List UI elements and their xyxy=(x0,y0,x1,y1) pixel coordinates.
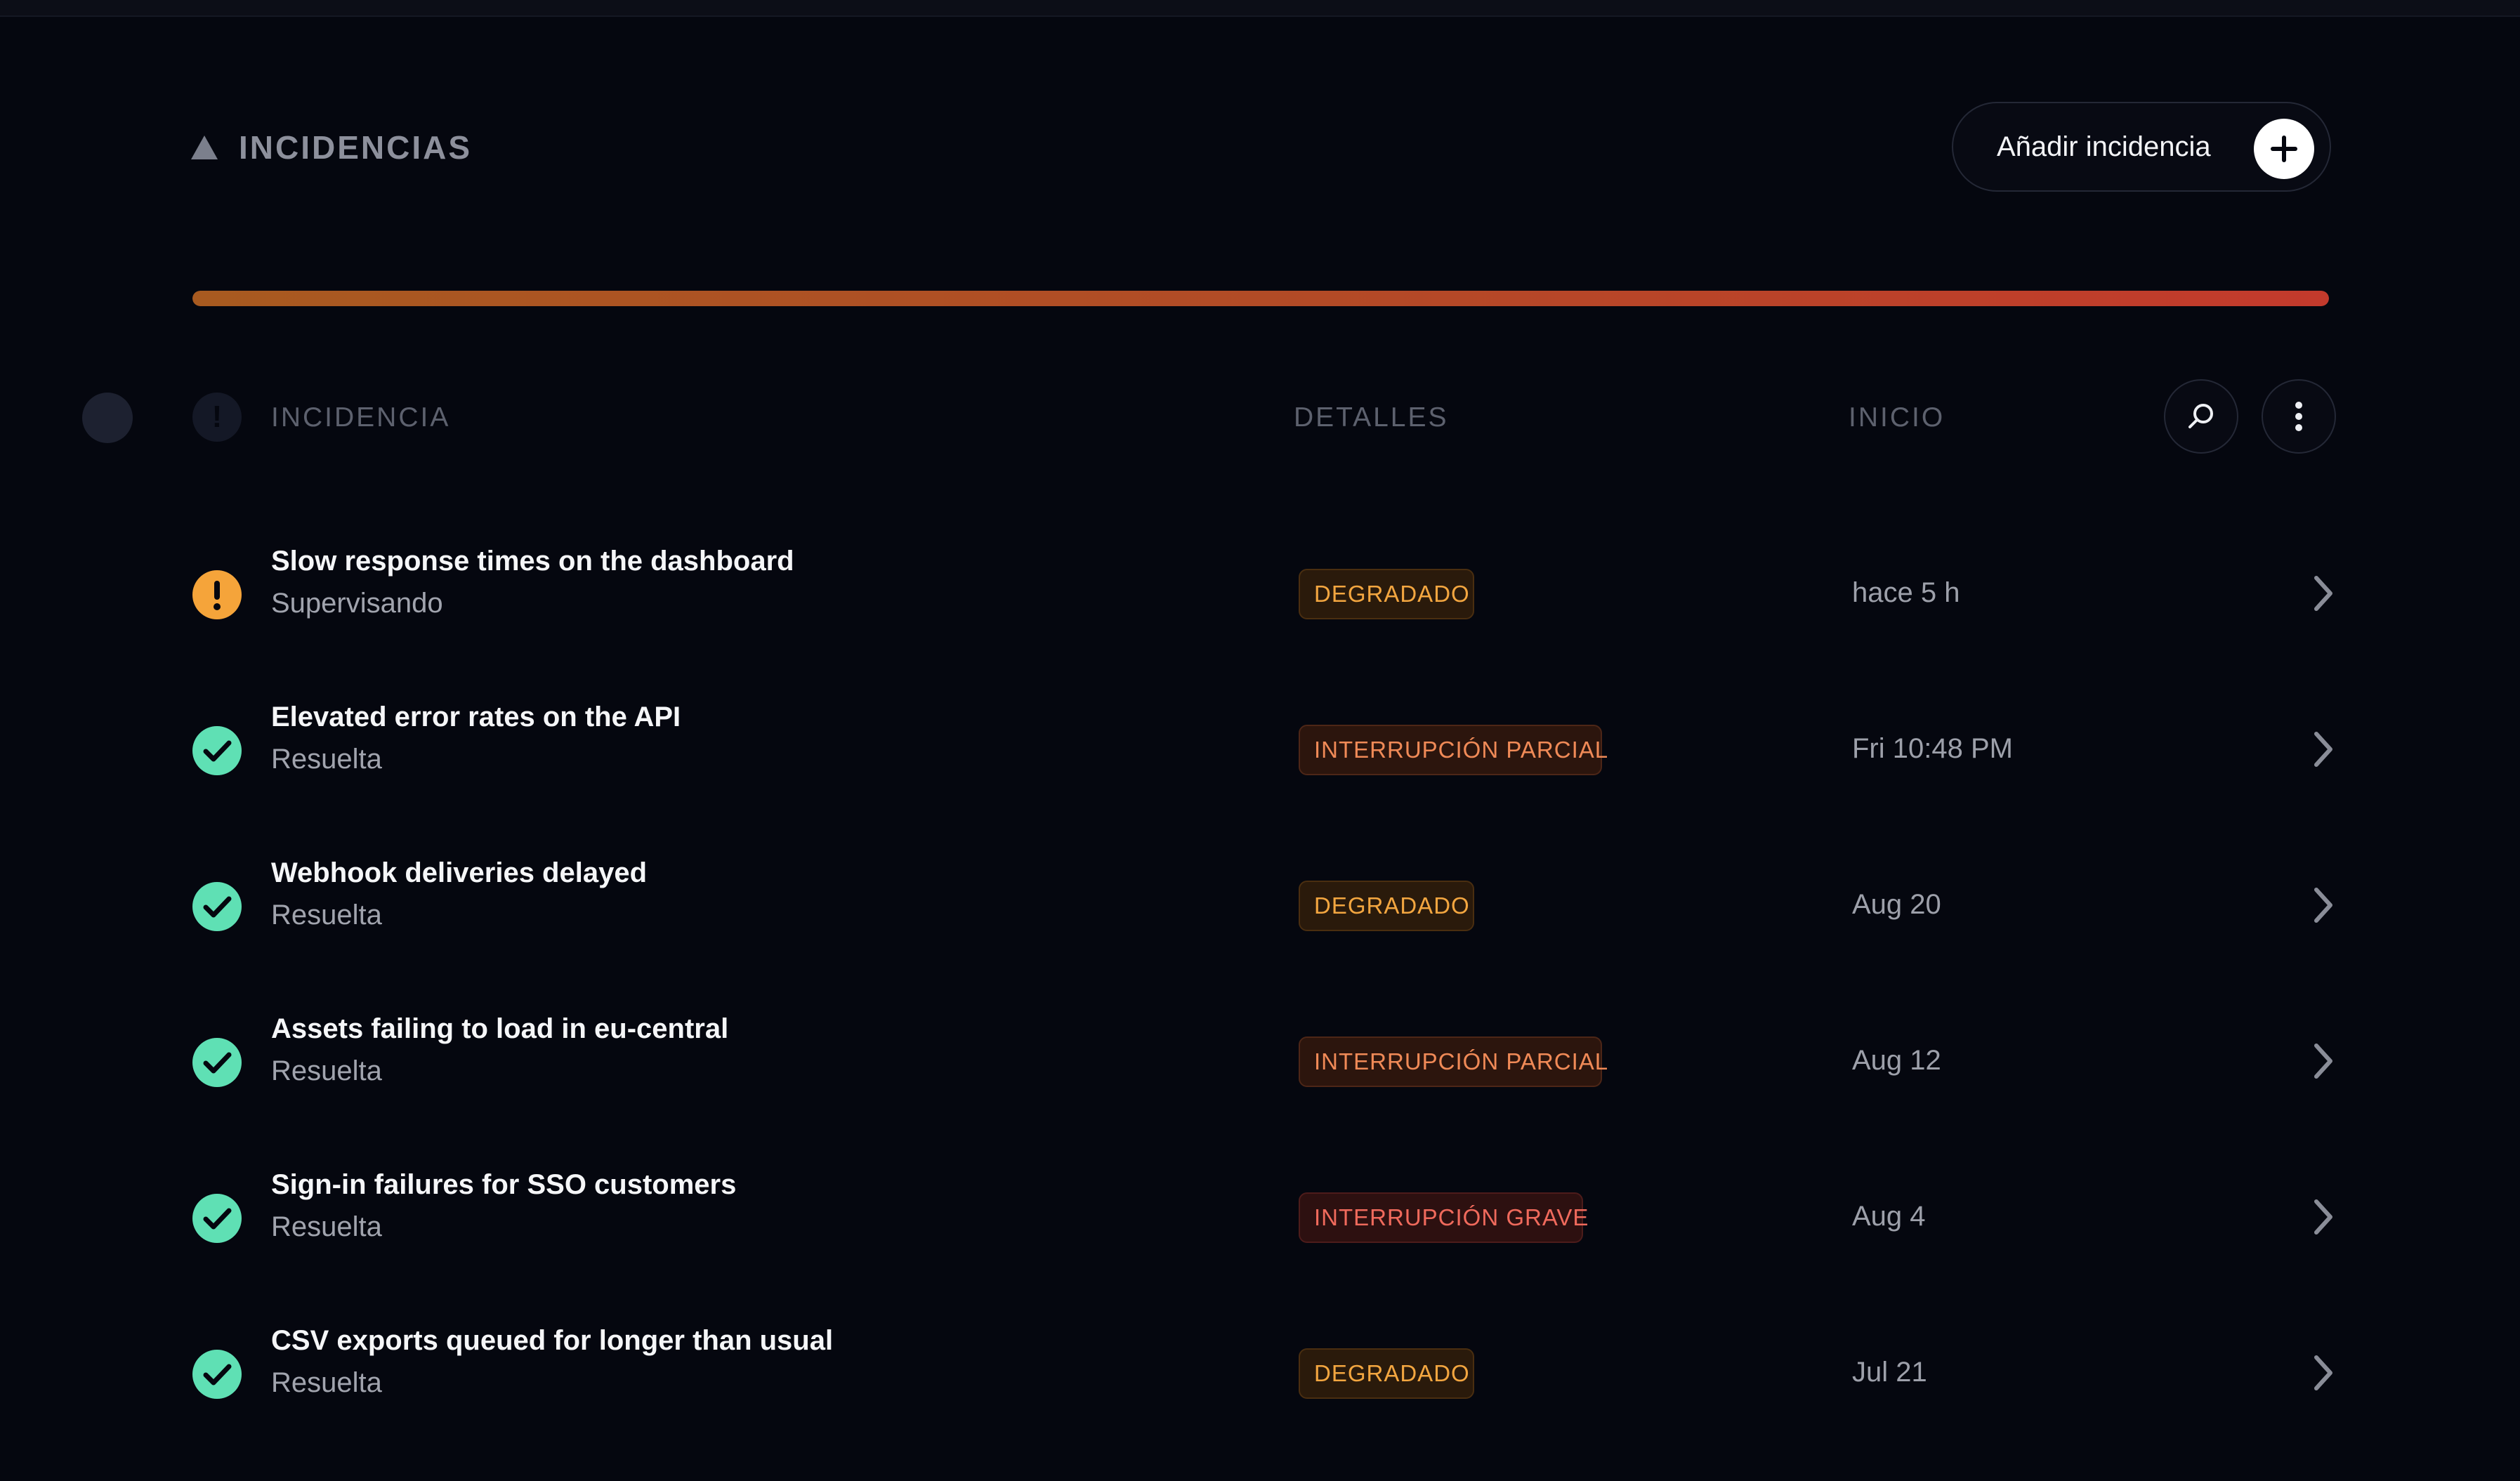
incident-row[interactable]: CSV exports queued for longer than usual… xyxy=(0,1325,2520,1481)
chevron-right-icon[interactable] xyxy=(2309,884,2337,926)
incident-start-time: Fri 10:48 PM xyxy=(1852,733,2013,764)
check-icon xyxy=(192,1038,242,1087)
column-header-details[interactable]: DETALLES xyxy=(1294,400,1449,435)
incident-start-time: Aug 20 xyxy=(1852,889,1941,920)
incident-start-time: Jul 21 xyxy=(1852,1357,1927,1388)
incident-title: Sign-in failures for SSO customers xyxy=(271,1169,737,1200)
check-icon xyxy=(192,1194,242,1243)
incident-title: Slow response times on the dashboard xyxy=(271,546,794,577)
check-icon xyxy=(192,1350,242,1399)
column-header-start[interactable]: INICIO xyxy=(1849,400,1945,435)
impact-badge: INTERRUPCIÓN GRAVE xyxy=(1299,1192,1588,1243)
impact-bar-fill xyxy=(192,291,2329,306)
incident-row[interactable]: Webhook deliveries delayed Resuelta DEGR… xyxy=(0,857,2520,1013)
triangle-icon xyxy=(191,136,218,159)
add-incident-label: Añadir incidencia xyxy=(1997,131,2211,162)
warning-icon xyxy=(192,570,242,619)
add-incident-button[interactable]: Añadir incidencia xyxy=(1952,102,2331,192)
incident-status: Supervisando xyxy=(271,588,443,619)
incident-row[interactable]: Assets failing to load in eu-central Res… xyxy=(0,1013,2520,1169)
incident-row[interactable]: Elevated error rates on the API Resuelta… xyxy=(0,702,2520,857)
select-all-checkbox[interactable] xyxy=(82,393,133,443)
impact-badge: DEGRADADO xyxy=(1299,569,1474,619)
incident-status: Resuelta xyxy=(271,744,382,775)
incident-start-time: Aug 12 xyxy=(1852,1045,1941,1076)
search-icon xyxy=(2188,404,2213,428)
incident-status: Resuelta xyxy=(271,1211,382,1242)
severity-icon: ! xyxy=(192,393,242,442)
incident-title: Assets failing to load in eu-central xyxy=(271,1013,729,1044)
more-vertical-icon xyxy=(2295,402,2302,431)
impact-badge: DEGRADADO xyxy=(1299,881,1474,931)
incident-row[interactable]: Slow response times on the dashboard Sup… xyxy=(0,546,2520,702)
more-options-button[interactable] xyxy=(2262,379,2336,454)
incident-start-time: Aug 4 xyxy=(1852,1201,1926,1232)
section-header: INCIDENCIAS xyxy=(191,126,472,169)
chevron-right-icon[interactable] xyxy=(2309,1040,2337,1082)
chevron-right-icon[interactable] xyxy=(2309,728,2337,770)
column-header-incident[interactable]: INCIDENCIA xyxy=(271,400,450,435)
chevron-right-icon[interactable] xyxy=(2309,1196,2337,1238)
impact-badge: INTERRUPCIÓN PARCIAL xyxy=(1299,1036,1608,1087)
incident-start-time: hace 5 h xyxy=(1852,577,1960,608)
check-icon xyxy=(192,726,242,775)
impact-badge: INTERRUPCIÓN PARCIAL xyxy=(1299,725,1608,775)
incident-status: Resuelta xyxy=(271,1055,382,1086)
impact-bar xyxy=(192,291,2329,306)
impact-badge: DEGRADADO xyxy=(1299,1348,1474,1399)
check-icon xyxy=(192,882,242,931)
incident-row[interactable]: Sign-in failures for SSO customers Resue… xyxy=(0,1169,2520,1325)
incident-status: Resuelta xyxy=(271,1367,382,1398)
plus-icon xyxy=(2254,119,2314,179)
search-button[interactable] xyxy=(2164,379,2238,454)
incident-title: Webhook deliveries delayed xyxy=(271,857,648,888)
page-title: INCIDENCIAS xyxy=(239,129,473,166)
chevron-right-icon[interactable] xyxy=(2309,572,2337,614)
incidents-page: INCIDENCIAS Añadir incidencia ! INCIDENC… xyxy=(0,0,2520,1443)
chevron-right-icon[interactable] xyxy=(2309,1352,2337,1394)
incident-title: Elevated error rates on the API xyxy=(271,702,681,732)
incident-status: Resuelta xyxy=(271,900,382,930)
incident-title: CSV exports queued for longer than usual xyxy=(271,1325,834,1356)
